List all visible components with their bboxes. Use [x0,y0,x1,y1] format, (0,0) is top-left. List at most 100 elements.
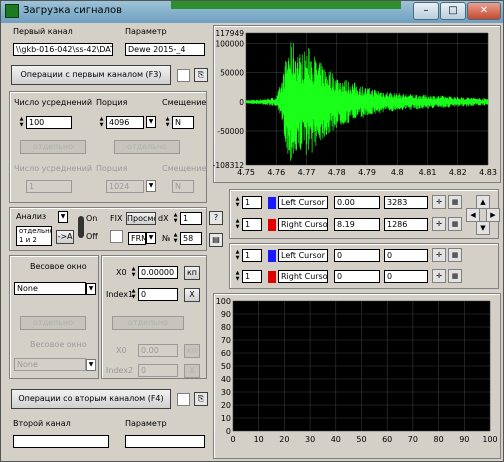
weight-window-dropdown-2[interactable]: ▼ [86,359,96,371]
cursor-left-icon[interactable]: ◀ [466,208,480,222]
left-cursor-name: Left Cursor [278,196,328,209]
weight-window-dropdown[interactable]: ▼ [86,283,96,295]
spectrum-graph[interactable]: 0 10 20 30 40 50 60 70 80 90 100100908070605040302… [213,293,501,459]
right-cursor-y[interactable]: 1286 [384,218,428,231]
portion-dropdown[interactable]: ▼ [146,116,156,128]
left-cursor-y[interactable]: 3283 [384,196,428,209]
dx-field[interactable]: 1 [180,212,202,225]
offset-field-2[interactable]: N [172,180,194,193]
portion-field-2[interactable]: 1024 [106,180,144,193]
view-button[interactable]: Просмотр [126,212,156,225]
x0-spin[interactable]: ▲ ▼ [130,266,137,279]
right-cursor-index[interactable]: 1 [242,218,262,231]
ops-first-checkbox[interactable] [177,69,190,82]
portion-spin[interactable]: ▲ ▼ [98,116,105,129]
cursor-up-icon[interactable]: ▲ [476,195,490,209]
kp-button-2[interactable]: кп [184,344,200,358]
portion-field[interactable]: 4096 [106,116,144,129]
avg-count-field[interactable]: 100 [26,116,72,129]
ops-second-channel-button[interactable]: Операции со вторым каналом (F4) [11,389,171,409]
second-channel-field[interactable] [13,435,109,448]
x-tick-label: 80 [434,435,444,444]
right-cursor-spin[interactable]: ▲ ▼ [234,218,241,231]
weight-window-field[interactable]: None [14,282,86,295]
y-tick-label: 80 [221,323,231,332]
frm-dropdown[interactable]: ▼ [146,232,156,244]
right-cursor-lock-icon-2[interactable]: ▦ [448,269,462,283]
frm-field[interactable]: FRM [128,232,146,245]
to-a-button[interactable]: ->A [56,230,74,244]
maximize-button[interactable]: □ [440,2,466,20]
y-tick-label: 10 [221,414,231,423]
portion-dropdown-2[interactable]: ▼ [146,180,156,192]
analysis-label: Анализ [16,212,47,221]
left-cursor-color-2 [268,250,276,262]
right-cursor-move-icon[interactable]: ✛ [432,217,446,231]
offset-spin[interactable]: ▲ ▼ [164,116,171,129]
portion-separately-button[interactable]: отдельно [114,140,180,154]
n-label: № [162,234,171,243]
x-button-2[interactable]: Х [184,364,200,378]
x-tick-label: 4.76 [267,168,285,177]
avg-count-field-2[interactable]: 1 [26,180,72,193]
left-cursor-lock-icon[interactable]: ▦ [448,195,462,209]
left-cursor-name-2: Left Cursor [278,249,328,262]
help-button[interactable]: ? [209,211,223,225]
index1-spin[interactable]: ▲ ▼ [130,288,137,301]
minimize-button[interactable]: – [413,2,439,20]
right-cursor-index-2[interactable]: 1 [242,270,262,283]
right-cursor-x-2[interactable]: 0 [334,270,380,283]
x0-field[interactable]: 0.00000 [138,266,178,279]
kp-button[interactable]: кп [184,266,200,280]
ops-second-checkbox[interactable] [177,393,190,406]
right-cursor-x[interactable]: 8.19 [334,218,380,231]
on-off-toggle[interactable] [78,216,84,238]
index2-field[interactable]: 0 [138,364,178,377]
weight-separately-button[interactable]: отдельно [20,316,86,330]
index-separately-button[interactable]: отдельно [112,316,184,330]
right-cursor-move-icon-2[interactable]: ✛ [432,269,446,283]
fix-checkbox[interactable] [110,230,123,243]
copy-icon-2[interactable]: ⎘ [194,392,208,406]
x-tick-label: 90 [459,435,469,444]
first-channel-field[interactable]: \\gkb-016-042\ss-42\DATA_ [13,43,113,56]
copy-icon[interactable]: ⎘ [194,68,208,82]
x-button[interactable]: Х [184,288,200,302]
index1-field[interactable]: 0 [138,288,178,301]
left-cursor-y-2[interactable]: 0 [384,249,428,262]
right-cursor-spin-2[interactable]: ▲ ▼ [234,270,241,283]
analysis-mode-field[interactable]: отдельно 1 и 2 кан. [16,226,52,246]
signal-graph[interactable]: 4.75 4.76 4.77 4.78 4.79 4.8 4.81 4.82 4.8311794… [213,25,501,183]
x-tick-label: 4.79 [358,168,376,177]
param-field-2[interactable] [125,435,205,448]
weight-window-field-2[interactable]: None [14,358,86,371]
cursor-down-icon[interactable]: ▼ [476,221,490,235]
left-cursor-move-icon[interactable]: ✛ [432,195,446,209]
analysis-dropdown[interactable]: ▼ [58,211,68,223]
left-cursor-index[interactable]: 1 [242,196,262,209]
left-cursor-move-icon-2[interactable]: ✛ [432,248,446,262]
param-field[interactable]: Dewe 2015-_4 [125,43,205,56]
left-cursor-spin[interactable]: ▲ ▼ [234,196,241,209]
print-icon[interactable]: ▤ [209,233,223,247]
dx-spin[interactable]: ▲ ▼ [172,212,179,225]
left-cursor-index-2[interactable]: 1 [242,249,262,262]
close-button[interactable]: ✕ [467,2,501,20]
y-tick-label: 0 [226,427,231,436]
x0-field-2[interactable]: 0.00 [138,344,178,357]
right-cursor-y-2[interactable]: 0 [384,270,428,283]
avg-count-spin[interactable]: ▲ ▼ [18,116,25,129]
offset-field[interactable]: N [172,116,194,129]
left-cursor-x-2[interactable]: 0 [334,249,380,262]
x-tick-label: 0 [230,435,235,444]
cursor-right-icon[interactable]: ▶ [486,208,500,222]
n-spin[interactable]: ▲ ▼ [172,232,179,245]
ops-first-channel-button[interactable]: Операции с первым каналом (F3) [11,65,171,85]
left-cursor-x[interactable]: 0.00 [334,196,380,209]
n-field[interactable]: 58 [180,232,202,245]
cursor-panel-2: ▲ ▼ 1 Left Cursor 0 0 ✛ ▦ ▲ ▼ 1 Right Curs… [229,243,499,289]
left-cursor-spin-2[interactable]: ▲ ▼ [234,249,241,262]
avg-separately-button[interactable]: отдельно [20,140,86,154]
left-cursor-lock-icon-2[interactable]: ▦ [448,248,462,262]
right-cursor-lock-icon[interactable]: ▦ [448,217,462,231]
